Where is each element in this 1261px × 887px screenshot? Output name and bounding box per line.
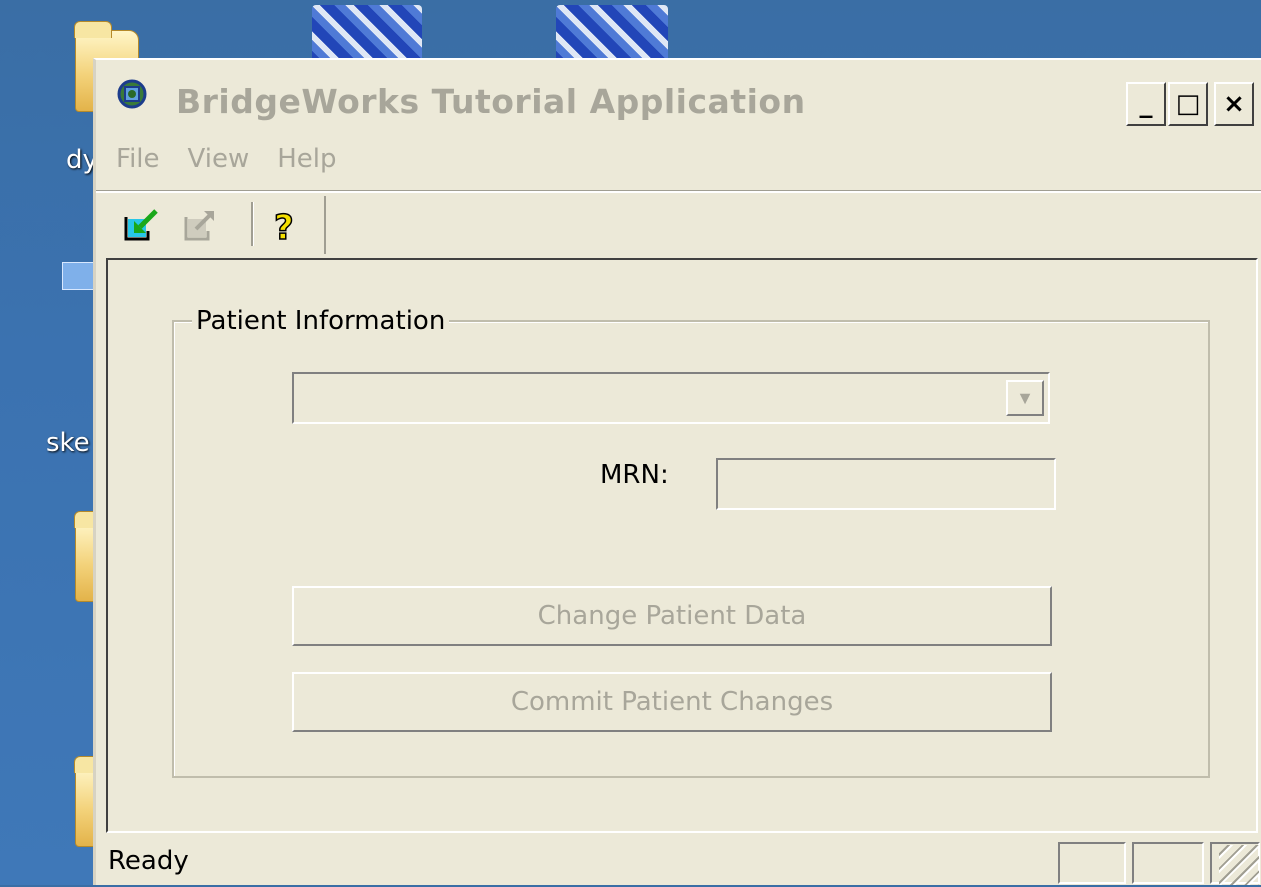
toolbar: ? <box>108 196 326 254</box>
export-arrow-icon <box>184 211 214 241</box>
desktop-shortcut-icon[interactable] <box>62 262 94 290</box>
mrn-field[interactable] <box>716 458 1056 510</box>
menu-file[interactable]: File <box>116 144 160 180</box>
import-arrow-icon <box>124 209 158 241</box>
status-pane <box>1132 842 1204 884</box>
commit-patient-changes-button[interactable]: Commit Patient Changes <box>292 672 1052 732</box>
menu-separator <box>96 190 1261 193</box>
menu-bar: File View Help <box>116 144 337 180</box>
title-bar[interactable]: BridgeWorks Tutorial Application _ □ × <box>96 60 1261 142</box>
svg-text:?: ? <box>274 208 294 245</box>
desktop-app-icon[interactable] <box>556 5 668 65</box>
status-text: Ready <box>108 846 189 876</box>
menu-view[interactable]: View <box>188 144 250 180</box>
bridgeworks-app-icon <box>117 79 147 109</box>
export-button[interactable] <box>178 204 222 246</box>
toolbar-separator <box>251 202 254 246</box>
help-button[interactable]: ? <box>262 204 306 246</box>
resize-grip-icon[interactable] <box>1219 845 1259 885</box>
window-title: BridgeWorks Tutorial Application <box>176 82 806 121</box>
desktop-app-icon[interactable] <box>312 5 422 65</box>
change-patient-data-button[interactable]: Change Patient Data <box>292 586 1052 646</box>
maximize-button[interactable]: □ <box>1168 82 1208 126</box>
status-bar: Ready <box>96 836 1261 887</box>
minimize-button[interactable]: _ <box>1126 82 1166 126</box>
patient-info-group: Patient Information ▼ MRN: Change Patien… <box>172 306 1210 778</box>
status-pane <box>1058 842 1126 884</box>
dropdown-arrow-icon[interactable]: ▼ <box>1006 380 1044 416</box>
mrn-label: MRN: <box>600 460 669 490</box>
close-button[interactable]: × <box>1214 82 1254 126</box>
desktop-label[interactable]: ske <box>46 428 90 458</box>
client-area: Patient Information ▼ MRN: Change Patien… <box>106 258 1258 833</box>
group-title: Patient Information <box>192 306 450 336</box>
import-button[interactable] <box>118 204 162 246</box>
help-icon: ? <box>273 207 294 245</box>
patient-select[interactable]: ▼ <box>292 372 1050 424</box>
app-window: BridgeWorks Tutorial Application _ □ × F… <box>93 58 1261 885</box>
menu-help[interactable]: Help <box>277 144 336 180</box>
